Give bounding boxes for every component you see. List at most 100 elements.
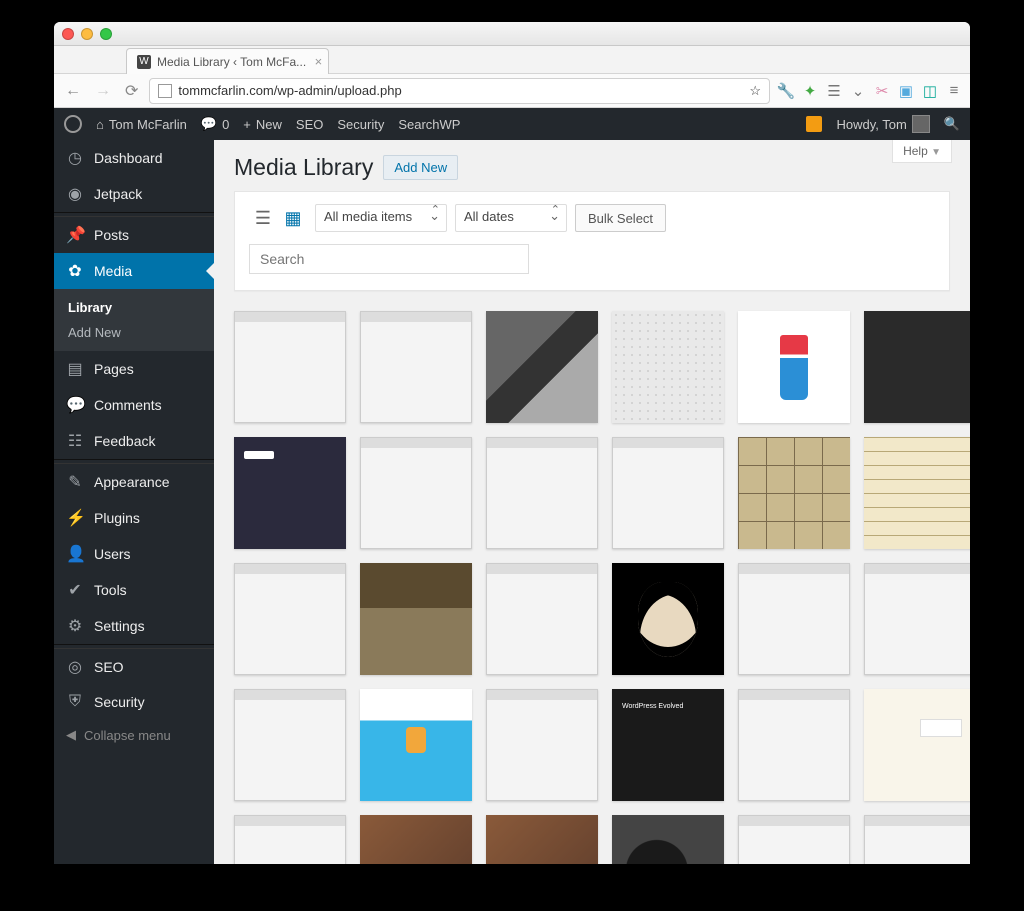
zoom-window-icon[interactable] xyxy=(100,28,112,40)
sidebar-item-jetpack[interactable]: ◉Jetpack xyxy=(54,176,214,212)
sidebar-item-dashboard[interactable]: ◷Dashboard xyxy=(54,140,214,176)
bulk-select-button[interactable]: Bulk Select xyxy=(575,204,666,232)
list-view-icon[interactable]: ☰ xyxy=(249,204,277,232)
media-thumbnail[interactable] xyxy=(612,437,724,549)
wordpress-favicon-icon: W xyxy=(137,55,151,69)
media-thumbnail[interactable] xyxy=(738,563,850,675)
adminbar-searchwp[interactable]: SearchWP xyxy=(398,117,460,132)
ext-window-icon[interactable]: ▣ xyxy=(898,83,914,99)
page-icon xyxy=(158,84,172,98)
media-thumbnail[interactable] xyxy=(864,815,970,864)
reload-icon[interactable]: ⟳ xyxy=(122,81,141,101)
sidebar-item-media[interactable]: ✿Media xyxy=(54,253,214,289)
browser-window: W Media Library ‹ Tom McFa... × ← → ⟳ to… xyxy=(54,22,970,864)
forward-icon[interactable]: → xyxy=(92,82,114,100)
ext-pocket-icon[interactable]: ⌄ xyxy=(850,83,866,99)
close-tab-icon[interactable]: × xyxy=(315,54,323,69)
address-bar[interactable]: tommcfarlin.com/wp-admin/upload.php ☆ xyxy=(149,78,770,104)
adminbar-security[interactable]: Security xyxy=(337,117,384,132)
help-tab[interactable]: Help ▼ xyxy=(892,140,952,163)
media-thumbnail[interactable] xyxy=(486,815,598,864)
submenu-item-add-new[interactable]: Add New xyxy=(54,320,214,345)
media-thumbnail[interactable] xyxy=(738,311,850,423)
media-thumbnail[interactable] xyxy=(738,689,850,801)
sidebar-item-label: Security xyxy=(94,694,145,710)
sidebar-item-seo[interactable]: ◎ SEO xyxy=(54,649,214,685)
media-thumbnail[interactable] xyxy=(738,437,850,549)
close-window-icon[interactable] xyxy=(62,28,74,40)
media-thumbnail[interactable] xyxy=(864,563,970,675)
bookmark-star-icon[interactable]: ☆ xyxy=(749,83,761,99)
sidebar-item-pages[interactable]: ▤Pages xyxy=(54,351,214,387)
media-thumbnail[interactable] xyxy=(234,689,346,801)
minimize-window-icon[interactable] xyxy=(81,28,93,40)
media-thumbnail[interactable] xyxy=(360,311,472,423)
media-thumbnail[interactable] xyxy=(360,437,472,549)
sidebar-item-label: SEO xyxy=(94,659,124,675)
tools-icon: ✔ xyxy=(66,580,84,600)
sidebar-item-users[interactable]: 👤Users xyxy=(54,536,214,572)
sidebar-item-plugins[interactable]: ⚡Plugins xyxy=(54,500,214,536)
filter-type-select[interactable]: All media items xyxy=(315,204,447,232)
media-thumbnail[interactable] xyxy=(612,689,724,801)
seo-icon: ◎ xyxy=(66,657,84,677)
content-area: Help ▼ Media Library Add New ☰ ▦ All med… xyxy=(214,140,970,864)
media-thumbnail[interactable] xyxy=(486,563,598,675)
sidebar-item-label: Posts xyxy=(94,227,129,243)
media-thumbnail[interactable] xyxy=(486,437,598,549)
back-icon[interactable]: ← xyxy=(62,82,84,100)
media-thumbnail[interactable] xyxy=(612,311,724,423)
sidebar-item-appearance[interactable]: ✎Appearance xyxy=(54,464,214,500)
site-name-link[interactable]: ⌂ Tom McFarlin xyxy=(96,117,187,132)
page-icon: ▤ xyxy=(66,359,84,379)
submenu-item-library[interactable]: Library xyxy=(54,295,214,320)
comments-link[interactable]: 💬 0 xyxy=(201,116,229,132)
ext-buffer-icon[interactable]: ☰ xyxy=(826,83,842,99)
media-thumbnail[interactable] xyxy=(486,689,598,801)
browser-tab[interactable]: W Media Library ‹ Tom McFa... × xyxy=(126,48,329,74)
new-link[interactable]: + New xyxy=(243,117,282,132)
media-thumbnail[interactable] xyxy=(360,689,472,801)
howdy-link[interactable]: Howdy, Tom xyxy=(836,115,929,133)
search-icon[interactable]: 🔍 xyxy=(944,116,960,132)
notification-icon[interactable] xyxy=(806,116,822,132)
media-thumbnail[interactable] xyxy=(738,815,850,864)
wp-body: ◷Dashboard◉Jetpack📌Posts✿MediaLibraryAdd… xyxy=(54,140,970,864)
media-thumbnail[interactable] xyxy=(612,563,724,675)
media-thumbnail[interactable] xyxy=(360,563,472,675)
chrome-menu-icon[interactable]: ≡ xyxy=(946,83,962,99)
sidebar-item-comments[interactable]: 💬Comments xyxy=(54,387,214,423)
sidebar-item-security[interactable]: ⛨Security xyxy=(54,685,214,719)
media-thumbnail[interactable] xyxy=(234,437,346,549)
adminbar-seo[interactable]: SEO xyxy=(296,117,323,132)
media-thumbnail[interactable] xyxy=(864,689,970,801)
sidebar-item-tools[interactable]: ✔Tools xyxy=(54,572,214,608)
view-switch: ☰ ▦ xyxy=(249,204,307,232)
sidebar-item-label: Dashboard xyxy=(94,150,163,166)
ext-evernote-icon[interactable]: ✦ xyxy=(802,83,818,99)
add-new-button[interactable]: Add New xyxy=(383,155,458,180)
ext-scissors-icon[interactable]: ✂ xyxy=(874,83,890,99)
page-heading: Media Library Add New xyxy=(214,140,970,191)
grid-view-icon[interactable]: ▦ xyxy=(279,204,307,232)
collapse-icon: ◀ xyxy=(66,727,76,743)
sidebar-item-settings[interactable]: ⚙Settings xyxy=(54,608,214,644)
wp-logo-icon[interactable] xyxy=(64,115,82,133)
ext-wrench-icon[interactable]: 🔧 xyxy=(778,83,794,99)
media-thumbnail[interactable] xyxy=(864,437,970,549)
media-thumbnail[interactable] xyxy=(234,311,346,423)
browser-navbar: ← → ⟳ tommcfarlin.com/wp-admin/upload.ph… xyxy=(54,74,970,108)
search-input[interactable] xyxy=(249,244,529,274)
media-thumbnail[interactable] xyxy=(864,311,970,423)
media-thumbnail[interactable] xyxy=(612,815,724,864)
filter-date-select[interactable]: All dates xyxy=(455,204,567,232)
media-thumbnail[interactable] xyxy=(234,563,346,675)
collapse-menu[interactable]: ◀Collapse menu xyxy=(54,719,214,751)
media-thumbnail[interactable] xyxy=(234,815,346,864)
mac-titlebar xyxy=(54,22,970,46)
sidebar-item-feedback[interactable]: ☷Feedback xyxy=(54,423,214,459)
sidebar-item-posts[interactable]: 📌Posts xyxy=(54,217,214,253)
media-thumbnail[interactable] xyxy=(486,311,598,423)
media-thumbnail[interactable] xyxy=(360,815,472,864)
ext-box-icon[interactable]: ◫ xyxy=(922,83,938,99)
